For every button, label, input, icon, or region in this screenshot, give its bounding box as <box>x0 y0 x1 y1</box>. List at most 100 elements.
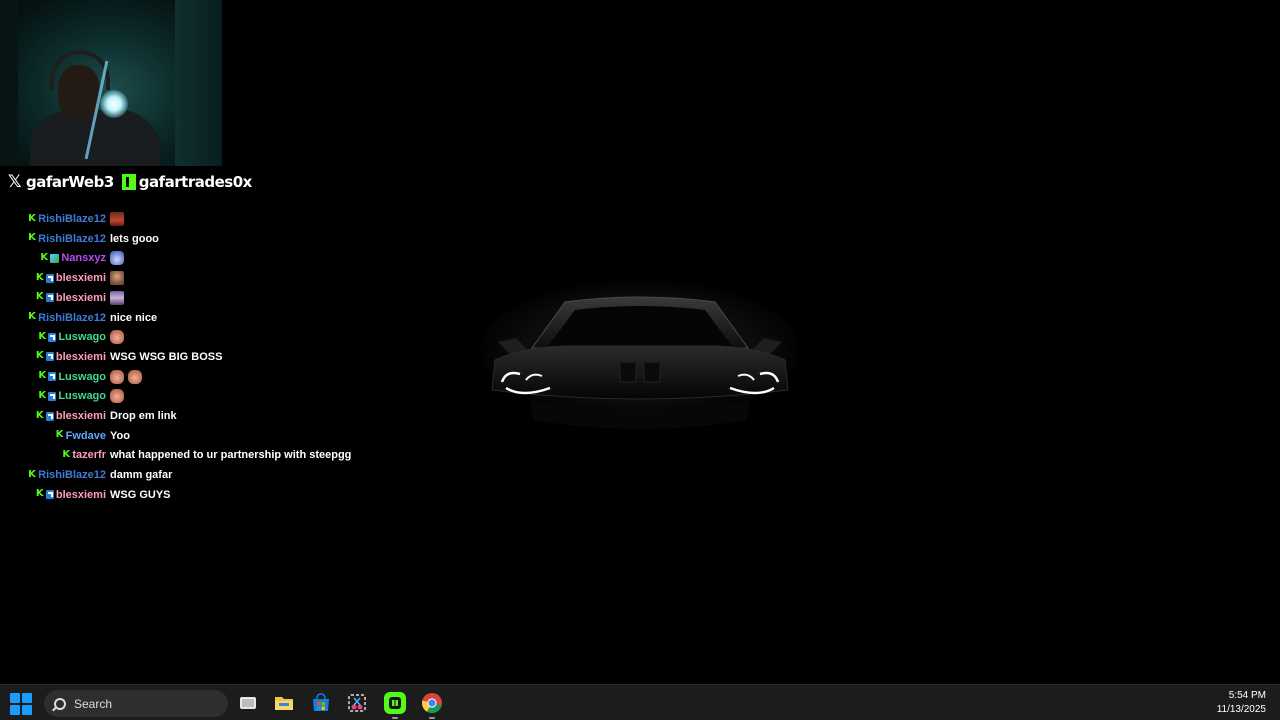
hand-emote-icon <box>128 369 142 384</box>
taskbar: Search 5:54 PM 11/13/2025 <box>0 684 1280 720</box>
microsoft-store-icon[interactable] <box>310 692 332 714</box>
chrome-running-indicator <box>429 717 435 719</box>
sub-badge-icon <box>45 352 54 362</box>
start-icon-tile <box>22 705 32 715</box>
kick-badge-icon <box>35 410 44 421</box>
file-explorer-icon[interactable] <box>273 692 295 714</box>
webcam-background-wall <box>175 0 222 166</box>
chat-text: damm gafar <box>110 469 173 482</box>
hand-emote-icon <box>110 369 124 384</box>
chat-author: RishiBlaze12 <box>0 232 106 245</box>
kick-badge-icon <box>35 272 44 283</box>
kick-badge-icon <box>35 350 44 362</box>
chat-username[interactable]: blesxiemi <box>56 292 106 304</box>
kick-badge-icon <box>62 449 71 460</box>
system-clock[interactable]: 5:54 PM 11/13/2025 <box>1217 689 1266 717</box>
chat-author: RishiBlaze12 <box>0 213 106 225</box>
chat-message: Fwdave Yoo <box>0 427 130 445</box>
chat-username[interactable]: Fwdave <box>66 430 106 442</box>
search-icon <box>54 697 66 710</box>
x-logo-icon: 𝕏 <box>7 172 22 192</box>
chat-username[interactable]: blesxiemi <box>56 272 106 284</box>
sub-badge-icon <box>45 411 54 421</box>
chat-username[interactable]: tazerfr <box>72 449 106 461</box>
social-x: 𝕏 gafarWeb3 <box>6 172 114 192</box>
chat-username[interactable]: RishiBlaze12 <box>38 312 106 324</box>
chat-message: RishiBlaze12 nice nice <box>0 309 157 327</box>
social-x-handle: gafarWeb3 <box>26 173 114 191</box>
start-icon-tile <box>10 693 20 703</box>
kick-badge-icon <box>28 311 37 322</box>
chat-message: Luswago <box>0 328 124 346</box>
chat-message: RishiBlaze12 damm gafar <box>0 466 172 484</box>
kick-badge-icon <box>38 370 47 382</box>
chat-author: blesxiemi <box>0 291 106 304</box>
chat-message: RishiBlaze12 lets gooo <box>0 230 159 248</box>
car-silhouette-icon <box>491 296 789 429</box>
chat-text: WSG WSG BIG BOSS <box>110 350 223 363</box>
chat-username[interactable]: blesxiemi <box>56 489 106 501</box>
chat-message: Nansxyz <box>0 249 124 267</box>
chat-author: RishiBlaze12 <box>0 311 106 324</box>
sub-badge-icon <box>45 293 54 303</box>
sub-badge-icon <box>48 332 57 342</box>
sub-badge-icon <box>45 273 54 283</box>
chat-message: blesxiemi WSG WSG BIG BOSS <box>0 348 222 366</box>
chat-message: tazerfr what happened to ur partnership w… <box>0 446 351 464</box>
chat-author: blesxiemi <box>0 488 106 501</box>
hand-emote-icon <box>110 389 124 404</box>
kick-badge-icon <box>28 232 37 244</box>
taskbar-search[interactable]: Search <box>44 690 228 717</box>
chat-username[interactable]: blesxiemi <box>56 351 106 363</box>
social-kick-handle: gafartrades0x <box>138 173 253 191</box>
chat-message: blesxiemi <box>0 289 124 307</box>
wallpaper-car <box>470 270 810 460</box>
chat-author: blesxiemi <box>0 272 106 284</box>
chat-username[interactable]: Luswago <box>58 371 106 383</box>
kick-badge-icon <box>35 291 44 303</box>
chat-author: Luswago <box>0 370 106 383</box>
chat-username[interactable]: RishiBlaze12 <box>38 469 106 481</box>
chat-username[interactable]: Luswago <box>58 331 106 343</box>
kick-badge-icon <box>38 390 47 401</box>
chat-username[interactable]: RishiBlaze12 <box>38 233 106 245</box>
kick-badge-icon <box>40 252 49 263</box>
start-icon-tile <box>10 705 20 715</box>
chat-text: what happened to ur partnership with ste… <box>110 449 352 462</box>
search-label: Search <box>74 696 113 711</box>
start-icon-tile <box>22 693 32 703</box>
chrome-icon[interactable] <box>421 692 443 714</box>
gift-badge-icon <box>50 253 60 263</box>
chat-username[interactable]: RishiBlaze12 <box>38 213 106 225</box>
hand-emote-icon <box>110 330 124 345</box>
task-view-icon[interactable] <box>237 692 259 714</box>
chat-username[interactable]: blesxiemi <box>56 410 106 422</box>
kick-badge-icon <box>28 213 37 224</box>
kick-app-icon[interactable] <box>384 692 406 714</box>
kick-app-running-indicator <box>392 717 398 719</box>
chat-message: blesxiemi <box>0 269 124 287</box>
chat-author: RishiBlaze12 <box>0 469 106 481</box>
chat-message: RishiBlaze12 <box>0 210 124 228</box>
sub-badge-icon <box>48 372 57 382</box>
chat-text: nice nice <box>110 311 158 324</box>
chat-message: Luswago <box>0 368 142 386</box>
webcam-background-door <box>0 0 18 166</box>
face2-emote-icon <box>110 271 124 286</box>
chat-message: blesxiemi Drop em link <box>0 407 177 425</box>
webcam-feed <box>0 0 222 166</box>
chat-author: Nansxyz <box>0 252 106 264</box>
socials-banner: 𝕏 gafarWeb3 gafartrades0x <box>6 170 252 194</box>
face1-emote-icon <box>110 212 124 226</box>
chat-author: blesxiemi <box>0 410 106 422</box>
chat-author: Fwdave <box>0 429 106 442</box>
chat-username[interactable]: Luswago <box>58 390 106 402</box>
chat-message: Luswago <box>0 387 124 405</box>
chat-username[interactable]: Nansxyz <box>61 252 106 264</box>
clock-time: 5:54 PM <box>1228 690 1266 701</box>
face3-emote-icon <box>110 290 124 305</box>
snipping-tool-icon[interactable] <box>346 692 368 714</box>
chat-text: WSG GUYS <box>110 488 171 501</box>
start-button[interactable] <box>10 693 32 715</box>
kick-badge-icon <box>28 469 37 480</box>
